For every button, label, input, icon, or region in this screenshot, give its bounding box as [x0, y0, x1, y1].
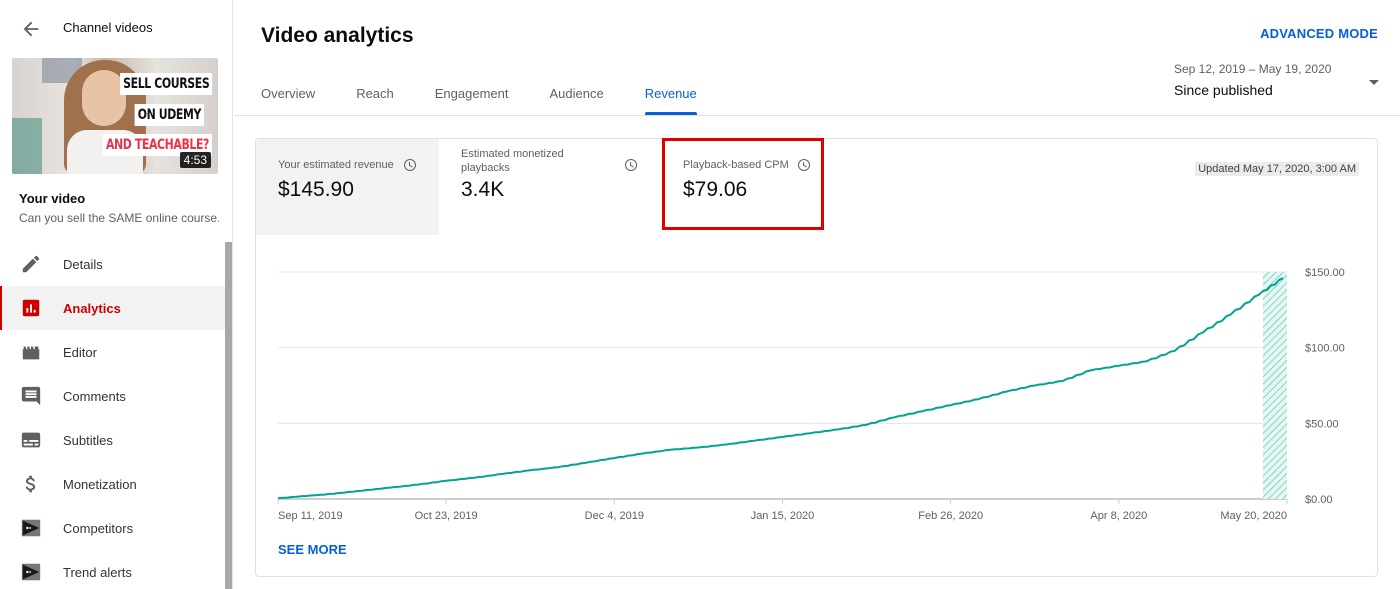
sidebar-item-label: Comments — [63, 388, 126, 404]
sidebar-nav: Details Analytics Editor Comments Subtit… — [0, 242, 225, 589]
header-divider — [234, 115, 1400, 116]
sidebar-item-label: Trend alerts — [63, 564, 132, 580]
tab-reach[interactable]: Reach — [356, 80, 394, 115]
subtitles-icon — [21, 432, 41, 448]
y-tick-label: $50.00 — [1305, 418, 1339, 430]
page-title: Video analytics — [261, 24, 414, 47]
video-title: Can you sell the SAME online course... — [19, 211, 219, 225]
tab-overview[interactable]: Overview — [261, 80, 315, 115]
channel-videos-link[interactable]: Channel videos — [63, 20, 153, 35]
vidiq-icon — [21, 563, 41, 581]
main-content: Video analytics ADVANCED MODE Overview R… — [234, 0, 1400, 589]
tab-revenue[interactable]: Revenue — [644, 80, 697, 115]
sidebar-item-label: Details — [63, 256, 103, 272]
vidiq-icon — [21, 519, 41, 537]
sidebar-item-comments[interactable]: Comments — [0, 374, 225, 418]
x-tick-label: Sep 11, 2019 — [278, 510, 343, 522]
sidebar-header: Channel videos — [0, 14, 233, 44]
advanced-mode-button[interactable]: ADVANCED MODE — [1260, 26, 1378, 41]
analytics-icon — [22, 299, 40, 317]
x-tick-label: Jan 15, 2020 — [751, 510, 815, 522]
sidebar-item-label: Monetization — [63, 476, 137, 492]
your-video-label: Your video — [19, 191, 86, 206]
see-more-button[interactable]: SEE MORE — [278, 542, 347, 557]
sidebar-item-competitors[interactable]: Competitors — [0, 506, 225, 550]
sidebar-item-trend-alerts[interactable]: Trend alerts — [0, 550, 225, 589]
thumbnail-text: ON UDEMY — [134, 104, 204, 126]
sidebar-item-analytics[interactable]: Analytics — [0, 286, 225, 330]
dollar-icon — [25, 475, 36, 493]
date-range-label: Since published — [1174, 82, 1273, 98]
sidebar-scrollbar[interactable] — [225, 242, 232, 589]
sidebar-item-editor[interactable]: Editor — [0, 330, 225, 374]
x-tick-label: May 20, 2020 — [1220, 510, 1287, 522]
tab-audience[interactable]: Audience — [550, 80, 604, 115]
revenue-series-line — [277, 277, 1284, 500]
sidebar-item-label: Analytics — [63, 300, 121, 316]
video-thumbnail[interactable]: SELL COURSES ON UDEMY AND TEACHABLE? 4:5… — [12, 58, 218, 174]
sidebar-item-label: Editor — [63, 344, 97, 360]
thumbnail-text: SELL COURSES — [119, 73, 212, 95]
revenue-chart: $0.00 $50.00 $100.00 $150.00 Sep 11, 2019 Oct… — [277, 267, 1345, 522]
x-tick-label: Apr 8, 2020 — [1090, 510, 1147, 522]
thumbnail-background — [12, 118, 42, 174]
revenue-card: Your estimated revenue $145.90 Estimated… — [255, 138, 1378, 577]
app-root: Channel videos SELL COURSES ON UDEMY AND… — [0, 0, 1400, 589]
y-tick-label: $150.00 — [1305, 267, 1345, 279]
analytics-tabs: Overview Reach Engagement Audience Reven… — [261, 80, 738, 115]
back-arrow-icon[interactable] — [20, 18, 42, 40]
x-tick-label: Dec 4, 2019 — [585, 510, 644, 522]
y-tick-label: $100.00 — [1305, 343, 1345, 355]
tab-engagement[interactable]: Engagement — [435, 80, 509, 115]
estimated-data-region — [1262, 272, 1287, 499]
dropdown-arrow-icon — [1369, 80, 1379, 85]
date-range-text: Sep 12, 2019 – May 19, 2020 — [1174, 62, 1332, 76]
sidebar-item-details[interactable]: Details — [0, 242, 225, 286]
video-duration: 4:53 — [179, 152, 211, 168]
sidebar-item-subtitles[interactable]: Subtitles — [0, 418, 225, 462]
sidebar-item-label: Subtitles — [63, 432, 113, 448]
sidebar-item-monetization[interactable]: Monetization — [0, 462, 225, 506]
x-tick-label: Oct 23, 2019 — [415, 510, 478, 522]
comment-icon — [21, 386, 41, 406]
clapperboard-icon — [22, 346, 40, 360]
y-tick-label: $0.00 — [1305, 494, 1333, 506]
date-range-dropdown[interactable]: Sep 12, 2019 – May 19, 2020 Since publis… — [1174, 62, 1379, 108]
pencil-icon — [22, 255, 40, 273]
x-tick-label: Feb 26, 2020 — [918, 510, 983, 522]
sidebar: Channel videos SELL COURSES ON UDEMY AND… — [0, 0, 233, 589]
sidebar-item-label: Competitors — [63, 520, 134, 536]
